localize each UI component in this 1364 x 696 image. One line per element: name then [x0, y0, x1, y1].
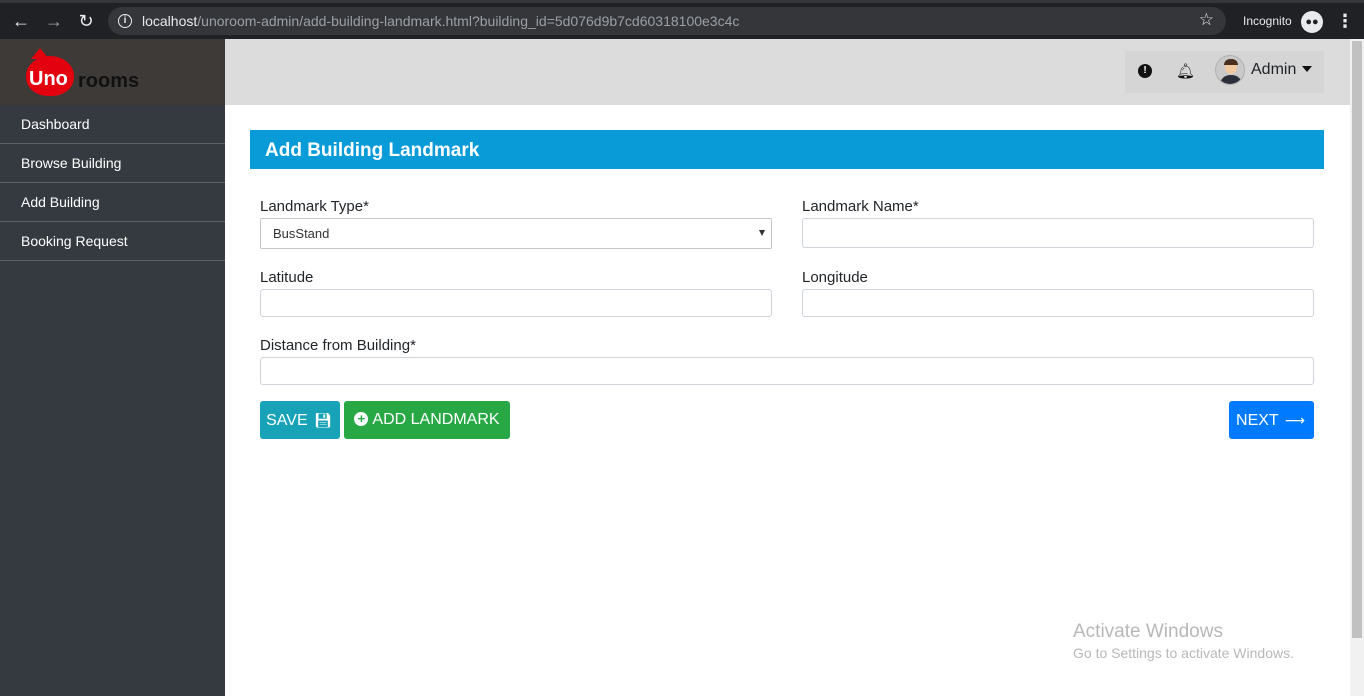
landmark-type-select[interactable]: BusStand: [260, 218, 772, 249]
landmark-name-input[interactable]: [802, 218, 1314, 248]
incognito-label: Incognito: [1243, 14, 1292, 28]
avatar[interactable]: [1215, 55, 1245, 85]
address-bar[interactable]: i localhost/unoroom-admin/add-building-l…: [108, 7, 1226, 35]
arrow-right-icon: ⟶: [1284, 412, 1305, 428]
landmark-name-label: Landmark Name*: [802, 198, 919, 215]
distance-input[interactable]: [260, 357, 1314, 385]
brand-logo[interactable]: Uno rooms: [0, 39, 225, 105]
reload-icon[interactable]: ↻: [74, 9, 98, 33]
back-arrow-icon[interactable]: ←: [9, 9, 33, 33]
save-button[interactable]: SAVE 💾︎: [260, 401, 340, 439]
logo-text-rooms: rooms: [78, 70, 140, 92]
floppy-disk-icon: 💾︎: [314, 412, 332, 428]
logo-text-uno: Uno: [29, 68, 68, 90]
sidebar: Uno rooms Dashboard Browse Building Add …: [0, 39, 225, 696]
page-header: Add Building Landmark: [250, 130, 1324, 169]
scrollbar-thumb[interactable]: [1352, 41, 1362, 638]
add-landmark-button[interactable]: + ADD LANDMARK: [344, 401, 510, 439]
sidebar-item-dashboard[interactable]: Dashboard: [0, 105, 225, 144]
alert-icon[interactable]: !: [1138, 64, 1152, 78]
browser-toolbar: ← → ↻ i localhost/unoroom-admin/add-buil…: [0, 0, 1364, 39]
page-scrollbar[interactable]: [1350, 39, 1364, 696]
page-title: Add Building Landmark: [265, 140, 480, 161]
sidebar-item-booking-request[interactable]: Booking Request: [0, 222, 225, 261]
bookmark-star-icon[interactable]: ☆: [1199, 10, 1214, 30]
landmark-type-label: Landmark Type*: [260, 198, 369, 215]
incognito-icon[interactable]: ●●: [1301, 11, 1323, 33]
info-icon[interactable]: i: [118, 14, 132, 28]
forward-arrow-icon[interactable]: →: [42, 9, 66, 33]
url-text[interactable]: localhost/unoroom-admin/add-building-lan…: [142, 13, 739, 29]
caret-down-icon[interactable]: [1302, 66, 1312, 72]
top-navbar: ! 🔔︎ Admin: [225, 39, 1350, 105]
user-menu-label[interactable]: Admin: [1251, 61, 1296, 79]
next-button[interactable]: NEXT ⟶: [1229, 401, 1314, 439]
longitude-label: Longitude: [802, 269, 868, 286]
navbar-actions: ! 🔔︎ Admin: [1125, 51, 1324, 93]
latitude-input[interactable]: [260, 289, 772, 317]
windows-activation-title: Activate Windows: [1073, 621, 1223, 642]
plus-circle-icon: +: [354, 412, 369, 426]
windows-activation-subtitle: Go to Settings to activate Windows.: [1073, 645, 1294, 661]
browser-menu-icon[interactable]: ⋮: [1336, 11, 1354, 31]
bell-icon[interactable]: 🔔︎: [1176, 62, 1195, 80]
select-arrow-icon: [759, 230, 765, 236]
latitude-label: Latitude: [260, 269, 314, 286]
distance-label: Distance from Building*: [260, 337, 416, 354]
sidebar-item-add-building[interactable]: Add Building: [0, 183, 225, 222]
sidebar-item-browse-building[interactable]: Browse Building: [0, 144, 225, 183]
longitude-input[interactable]: [802, 289, 1314, 317]
